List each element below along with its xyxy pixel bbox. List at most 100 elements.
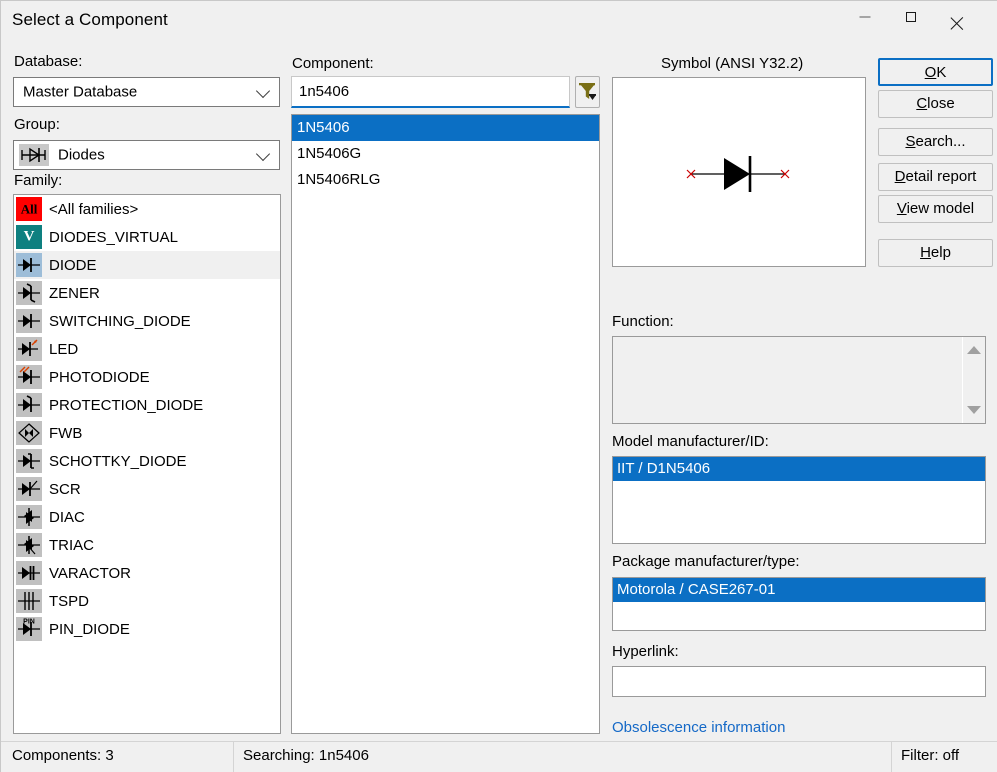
component-list-item[interactable]: 1N5406 — [292, 115, 599, 141]
led-icon — [16, 337, 42, 361]
family-list-item-label: ZENER — [49, 284, 100, 302]
family-list-item[interactable]: VARACTOR — [14, 559, 280, 587]
database-combobox[interactable]: Master Database — [13, 77, 280, 107]
family-list-item[interactable]: SCR — [14, 475, 280, 503]
database-label: Database: — [14, 53, 83, 70]
status-bar: Components: 3 Searching: 1n5406 Filter: … — [1, 741, 997, 772]
family-list-item[interactable]: PHOTODIODE — [14, 363, 280, 391]
symbol-label: Symbol (ANSI Y32.2) — [661, 55, 804, 72]
maximize-icon — [906, 12, 916, 22]
family-list-item[interactable]: LED — [14, 335, 280, 363]
family-list-item[interactable]: SCHOTTKY_DIODE — [14, 447, 280, 475]
family-list-item[interactable]: SWITCHING_DIODE — [14, 307, 280, 335]
photodiode-icon — [16, 365, 42, 389]
family-list-item[interactable]: TSPD — [14, 587, 280, 615]
diodes-group-icon — [19, 144, 49, 166]
icon-letter: V — [23, 228, 35, 245]
detail-report-button[interactable]: Detail report — [878, 163, 993, 191]
help-button[interactable]: Help — [878, 239, 993, 267]
family-list-item[interactable]: PIN PIN_DIODE — [14, 615, 280, 643]
family-list-item[interactable]: DIAC — [14, 503, 280, 531]
family-list-item[interactable]: V DIODES_VIRTUAL — [14, 223, 280, 251]
family-list-item-label: DIAC — [49, 508, 85, 526]
family-list-item[interactable]: TRIAC — [14, 531, 280, 559]
group-value: Diodes — [58, 146, 105, 164]
package-manufacturer-list[interactable]: Motorola / CASE267-01 — [612, 577, 986, 631]
family-list-item-label: PIN_DIODE — [49, 620, 130, 638]
diode-icon — [16, 253, 42, 277]
icon-letter: All — [20, 201, 38, 217]
group-label: Group: — [14, 116, 60, 133]
status-searching: Searching: 1n5406 — [243, 747, 369, 764]
switching-diode-icon — [16, 309, 42, 333]
view-model-button[interactable]: View model — [878, 195, 993, 223]
search-button[interactable]: Search... — [878, 128, 993, 156]
window-title: Select a Component — [12, 10, 168, 29]
package-manufacturer-label: Package manufacturer/type: — [612, 553, 800, 570]
function-value — [613, 337, 985, 345]
status-components-count: Components: 3 — [12, 747, 114, 764]
family-list-item[interactable]: FWB — [14, 419, 280, 447]
diode-symbol-graphic — [686, 156, 790, 192]
component-list[interactable]: 1N5406 1N5406G 1N5406RLG — [291, 114, 600, 734]
hyperlink-label: Hyperlink: — [612, 643, 679, 660]
family-list-item[interactable]: DIODE — [14, 251, 280, 279]
family-list-item-label: DIODES_VIRTUAL — [49, 228, 178, 246]
family-label: Family: — [14, 172, 63, 189]
pin-diode-icon: PIN — [16, 617, 42, 641]
ok-button[interactable]: OK — [878, 58, 993, 86]
family-list-item-label: TRIAC — [49, 536, 94, 554]
protection-diode-icon — [16, 393, 42, 417]
zener-diode-icon — [16, 281, 42, 305]
chevron-down-icon — [255, 146, 271, 162]
minimize-icon — [859, 16, 871, 18]
scroll-up-icon[interactable] — [967, 346, 981, 354]
package-list-item[interactable]: Motorola / CASE267-01 — [613, 578, 985, 602]
family-list-item-label: VARACTOR — [49, 564, 131, 582]
symbol-preview-box — [612, 77, 866, 267]
group-combobox[interactable]: Diodes — [13, 140, 280, 170]
family-list-item-label: TSPD — [49, 592, 90, 610]
function-textbox[interactable] — [612, 336, 986, 424]
model-list-item[interactable]: IIT / D1N5406 — [613, 457, 985, 481]
family-list[interactable]: All <All families> V DIODES_VIRTUAL DIODE ZEN… — [13, 194, 281, 734]
filter-funnel-icon — [579, 83, 596, 100]
component-search-area — [291, 76, 600, 108]
all-families-icon: All — [16, 197, 42, 221]
close-window-button[interactable] — [934, 1, 980, 33]
varactor-icon — [16, 561, 42, 585]
filter-funnel-button[interactable] — [575, 76, 600, 108]
diac-icon — [16, 505, 42, 529]
select-a-component-dialog: Select a Component Database: Master Data… — [0, 0, 997, 772]
family-list-item-label: SCR — [49, 480, 81, 498]
maximize-button[interactable] — [888, 1, 934, 33]
component-list-item[interactable]: 1N5406G — [292, 141, 599, 167]
hyperlink-input[interactable] — [612, 666, 986, 697]
family-list-item[interactable]: ZENER — [14, 279, 280, 307]
family-list-item-label: FWB — [49, 424, 83, 442]
minimize-button[interactable] — [842, 1, 888, 33]
family-list-item-label: LED — [49, 340, 79, 358]
family-list-item-label: PHOTODIODE — [49, 368, 150, 386]
close-button[interactable]: Close — [878, 90, 993, 118]
obsolescence-information-link[interactable]: Obsolescence information — [612, 719, 785, 736]
function-scrollbar[interactable] — [962, 337, 985, 423]
family-list-item[interactable]: All <All families> — [14, 195, 280, 223]
virtual-diode-icon: V — [16, 225, 42, 249]
triac-icon — [16, 533, 42, 557]
status-divider — [891, 742, 892, 772]
status-divider — [233, 742, 234, 772]
icon-letter: PIN — [23, 618, 35, 626]
component-label: Component: — [292, 55, 374, 72]
database-value: Master Database — [23, 83, 138, 101]
full-wave-bridge-icon — [16, 421, 42, 445]
family-list-item[interactable]: PROTECTION_DIODE — [14, 391, 280, 419]
model-manufacturer-list[interactable]: IIT / D1N5406 — [612, 456, 986, 544]
component-list-item[interactable]: 1N5406RLG — [292, 167, 599, 193]
component-search-input[interactable] — [291, 76, 570, 108]
tspd-icon — [16, 589, 42, 613]
family-list-item-label: PROTECTION_DIODE — [49, 396, 204, 414]
family-list-item-label: SCHOTTKY_DIODE — [49, 452, 187, 470]
model-manufacturer-label: Model manufacturer/ID: — [612, 433, 769, 450]
scroll-down-icon[interactable] — [967, 406, 981, 414]
